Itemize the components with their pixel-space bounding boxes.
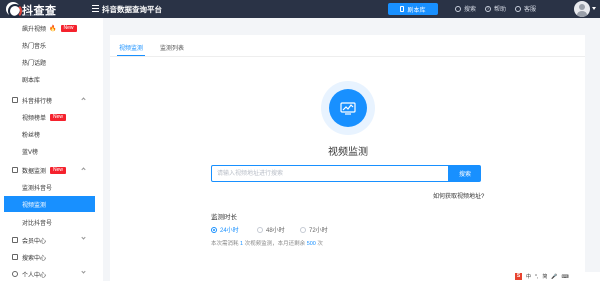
ranking-icon — [12, 97, 18, 103]
sidebar-group-label: 会员中心 — [22, 238, 47, 245]
radio-72h[interactable]: 72小时 — [300, 225, 328, 234]
crown-icon — [12, 237, 18, 243]
logo-icon[interactable] — [6, 2, 22, 18]
ime-mode[interactable]: 简 — [542, 273, 547, 280]
new-badge: New — [50, 113, 67, 121]
chart-monitor-icon-inner — [329, 89, 367, 127]
sidebar-group-search-center[interactable]: 搜索中心 — [0, 249, 103, 265]
sidebar-item-label: 飙升视频 — [22, 26, 47, 33]
new-badge: New — [60, 24, 77, 32]
sidebar-item-label: 热门话题 — [22, 60, 47, 67]
search-button[interactable]: 搜索 — [449, 165, 481, 182]
sidebar-item-label: 视频榜单 — [22, 115, 47, 122]
sidebar-item-label: 蓝V榜 — [22, 149, 39, 156]
keyboard-icon[interactable]: ⌨ — [562, 274, 569, 280]
new-badge: New — [50, 166, 67, 174]
sidebar-item-script-library[interactable]: 剧本库 — [0, 71, 103, 87]
search-center-icon — [12, 254, 18, 260]
sidebar-group-monitoring[interactable]: 数据监测 New — [0, 162, 103, 178]
nav-help[interactable]: ? 帮助 — [485, 4, 506, 13]
sidebar-item-label: 粉丝榜 — [22, 132, 41, 139]
ime-punct[interactable]: °, — [535, 274, 538, 280]
sidebar-item-label: 监测抖音号 — [22, 185, 53, 192]
headset-icon — [515, 5, 521, 12]
sidebar-item-label: 剧本库 — [22, 77, 41, 84]
fire-icon: 🔥 — [49, 25, 57, 32]
sidebar-item-video-ranking[interactable]: 视频榜单 New — [0, 109, 103, 125]
sidebar-item-hot-music[interactable]: 热门音乐 — [0, 37, 103, 53]
caret-down-icon[interactable] — [592, 7, 596, 10]
sidebar-group-ranking[interactable]: 抖音排行榜 — [0, 92, 103, 108]
sidebar-item-label: 视频监测 — [22, 202, 47, 209]
ime-lang[interactable]: 中 — [526, 273, 531, 280]
page-title: 视频监测 — [328, 147, 368, 158]
sidebar-item-video-monitor[interactable]: 视频监测 — [4, 196, 95, 212]
nav-search[interactable]: 搜索 — [455, 4, 476, 13]
video-url-input[interactable] — [211, 165, 449, 182]
sidebar-item-compare-accounts[interactable]: 对比抖音号 — [0, 214, 103, 230]
tablet-icon — [400, 6, 405, 12]
usage-text: 本次需消耗 — [211, 241, 239, 247]
nav-service-label: 客服 — [524, 7, 537, 13]
sidebar-group-label: 抖音排行榜 — [22, 98, 53, 105]
radio-checked-icon — [211, 226, 217, 233]
monitor-icon — [12, 167, 18, 173]
sidebar-item-fans-ranking[interactable]: 粉丝榜 — [0, 126, 103, 142]
sidebar-group-label: 数据监测 — [22, 168, 47, 175]
microphone-icon[interactable]: 🎤 — [551, 274, 557, 280]
sidebar-group-label: 个人中心 — [22, 272, 47, 279]
user-icon — [12, 271, 18, 277]
script-library-button[interactable]: 剧本库 — [388, 3, 438, 15]
chevron-down-icon — [81, 235, 86, 240]
nav-service[interactable]: 客服 — [515, 4, 536, 13]
sidebar-item-hot-topics[interactable]: 热门话题 — [0, 54, 103, 70]
sidebar-group-membership[interactable]: 会员中心 — [0, 232, 103, 248]
chevron-up-icon — [81, 167, 86, 172]
nav-help-label: 帮助 — [494, 7, 507, 13]
help-link[interactable]: 如何获取视频地址? — [433, 191, 484, 200]
chart-monitor-icon — [321, 81, 375, 135]
usage-info: 本次需消耗 1 次视频监测，本月还剩余 500 次 — [211, 239, 323, 247]
usage-remaining: 500 — [306, 241, 316, 247]
menu-toggle-icon[interactable] — [92, 5, 99, 12]
radio-label: 72小时 — [309, 228, 328, 234]
sidebar-item-rising-videos[interactable]: 飙升视频 🔥 New — [0, 20, 103, 36]
tab-video-monitor[interactable]: 视频监测 — [119, 43, 143, 52]
sidebar-item-monitor-account[interactable]: 监测抖音号 — [0, 179, 103, 195]
radio-24h[interactable]: 24小时 — [211, 225, 239, 234]
usage-text: 次 — [317, 241, 323, 247]
radio-label: 48小时 — [266, 228, 285, 234]
user-avatar[interactable] — [574, 1, 590, 17]
sidebar-group-label: 搜索中心 — [22, 255, 47, 262]
sidebar-item-label: 热门音乐 — [22, 43, 47, 50]
usage-cost: 1 — [240, 241, 244, 247]
duration-label: 监测时长 — [211, 214, 237, 221]
script-library-label: 剧本库 — [407, 7, 426, 14]
usage-text: 次视频监测，本月还剩余 — [244, 241, 306, 247]
sidebar: 飙升视频 🔥 New 热门音乐 热门话题 剧本库 抖音排行榜 视频榜单 New … — [0, 18, 103, 281]
help-icon: ? — [485, 5, 491, 12]
radio-icon — [257, 226, 263, 233]
sidebar-item-bluev-ranking[interactable]: 蓝V榜 — [0, 143, 103, 159]
tab-monitor-list[interactable]: 监测列表 — [160, 43, 184, 52]
logo-subtitle: DOUCHACHA.COM — [22, 13, 54, 17]
platform-title: 抖音数据查询平台 — [102, 5, 162, 14]
main-card: 视频监测 监测列表 视频监测 搜索 如何获取视频地址? 监测时长 24小时 48… — [110, 35, 585, 281]
ime-toolbar: S 中 °, 简 🎤 ⌨ — [512, 272, 600, 281]
top-header: 抖查查 DOUCHACHA.COM 抖音数据查询平台 剧本库 搜索 ? 帮助 客… — [0, 0, 600, 18]
tab-divider — [110, 56, 585, 57]
search-icon — [455, 5, 461, 12]
sidebar-group-personal-center[interactable]: 个人中心 — [0, 266, 103, 281]
nav-search-label: 搜索 — [464, 7, 477, 13]
chevron-down-icon — [81, 269, 86, 274]
radio-48h[interactable]: 48小时 — [257, 225, 285, 234]
ime-logo-icon[interactable]: S — [515, 273, 522, 280]
radio-icon — [300, 226, 306, 233]
sidebar-item-label: 对比抖音号 — [22, 220, 53, 227]
radio-label: 24小时 — [220, 228, 239, 234]
chevron-up-icon — [81, 97, 86, 102]
